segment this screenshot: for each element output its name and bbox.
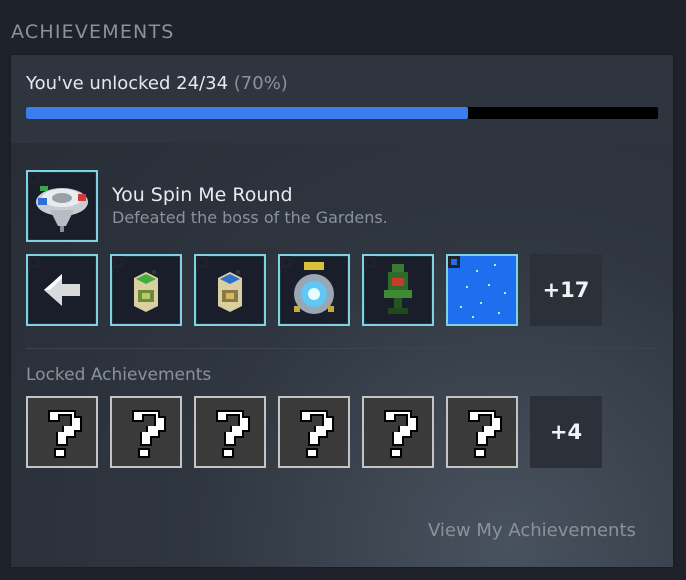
- progress-label: You've unlocked 24/34: [26, 73, 229, 94]
- achievements-panel: You've unlocked 24/34 (70%) You Spin Me …: [11, 55, 673, 567]
- locked-more-count[interactable]: +4: [530, 396, 602, 468]
- blue-block-icon[interactable]: [194, 254, 266, 326]
- robot-orb-icon[interactable]: [278, 254, 350, 326]
- featured-description: Defeated the boss of the Gardens.: [112, 208, 388, 227]
- section-title: ACHIEVEMENTS: [11, 21, 175, 43]
- progress-bar: [26, 107, 658, 119]
- starfield-icon[interactable]: [446, 254, 518, 326]
- progress-bar-fill: [26, 107, 469, 119]
- question-mark-icon[interactable]: [446, 396, 518, 468]
- question-mark-icon[interactable]: [194, 396, 266, 468]
- arrow-left-icon[interactable]: [26, 254, 98, 326]
- question-mark-icon[interactable]: [110, 396, 182, 468]
- locked-achievements-title: Locked Achievements: [26, 365, 212, 385]
- green-block-icon[interactable]: [110, 254, 182, 326]
- divider: [26, 348, 658, 349]
- progress-area: You've unlocked 24/34 (70%): [11, 55, 673, 143]
- plant-creature-icon[interactable]: [362, 254, 434, 326]
- spinning-top-icon[interactable]: [26, 170, 98, 242]
- view-achievements-link[interactable]: View My Achievements: [428, 520, 636, 541]
- question-mark-icon[interactable]: [26, 396, 98, 468]
- unlocked-more-count[interactable]: +17: [530, 254, 602, 326]
- question-mark-icon[interactable]: [362, 396, 434, 468]
- question-mark-icon[interactable]: [278, 396, 350, 468]
- progress-percent: (70%): [233, 73, 288, 94]
- progress-text: You've unlocked 24/34 (70%): [26, 73, 288, 94]
- featured-title: You Spin Me Round: [112, 184, 293, 206]
